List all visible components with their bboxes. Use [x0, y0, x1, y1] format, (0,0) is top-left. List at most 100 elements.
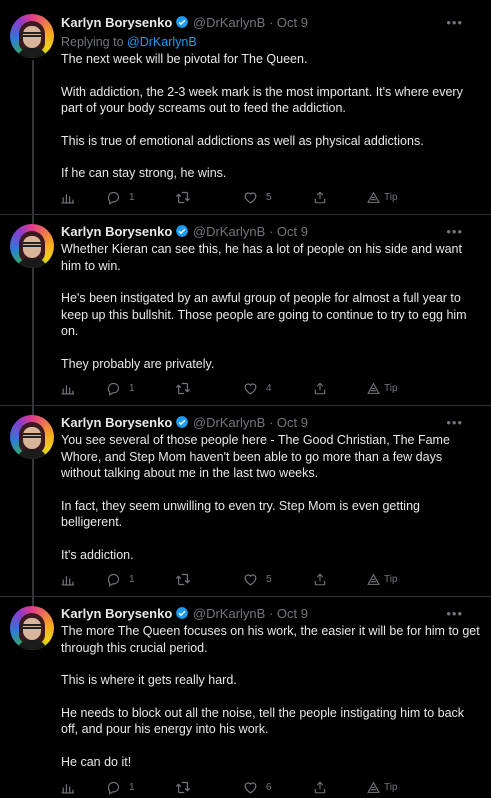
retweet-arrows-icon	[175, 572, 191, 587]
separator-dot: ·	[268, 415, 274, 430]
tip-label: Tip	[384, 191, 398, 203]
analytics-action-button[interactable]	[61, 779, 74, 795]
display-name[interactable]: Karlyn Borysenko	[61, 606, 172, 621]
heart-icon	[243, 572, 258, 587]
share-action-button[interactable]	[313, 779, 327, 795]
like-count: 5	[266, 191, 272, 203]
verified-badge-icon	[176, 16, 189, 28]
reply-action-button[interactable]: 1	[106, 779, 135, 795]
retweet-action-button[interactable]	[175, 380, 199, 396]
tweet-date[interactable]: Oct 9	[277, 15, 308, 30]
tweet-actions: 1 6 Tip	[61, 779, 481, 795]
tweet-text: Whether Kieran can see this, he has a lo…	[61, 241, 481, 372]
tip-label: Tip	[384, 382, 398, 394]
heart-icon	[243, 780, 258, 795]
reply-count: 1	[129, 191, 135, 203]
heart-icon	[243, 381, 258, 396]
display-name[interactable]: Karlyn Borysenko	[61, 224, 172, 239]
tweet-header: Karlyn Borysenko @DrKarlynB · Oct 9	[61, 605, 308, 623]
replying-handle-link[interactable]: @DrKarlynB	[127, 35, 197, 49]
share-action-button[interactable]	[313, 571, 327, 587]
replying-label: Replying to	[61, 35, 124, 49]
speech-bubble-icon	[106, 572, 121, 587]
tweet-paragraph: He can do it!	[61, 754, 132, 769]
tweet[interactable]: Karlyn Borysenko @DrKarlynB · Oct 9 ••• …	[0, 405, 491, 596]
tweet-actions: 1 5 Tip	[61, 189, 481, 205]
reply-action-button[interactable]: 1	[106, 189, 135, 205]
tip-action-button[interactable]: Tip	[367, 571, 398, 587]
tip-icon	[367, 781, 380, 794]
tweet-date[interactable]: Oct 9	[277, 415, 308, 430]
analytics-action-button[interactable]	[61, 380, 74, 396]
tweet[interactable]: Karlyn Borysenko @DrKarlynB · Oct 9 ••• …	[0, 214, 491, 405]
upload-icon	[313, 572, 327, 587]
tip-action-button[interactable]: Tip	[367, 189, 398, 205]
tweet-paragraph: He's been instigated by an awful group o…	[61, 291, 467, 338]
avatar[interactable]	[10, 224, 54, 268]
tweet-paragraph: It's addiction.	[61, 547, 134, 562]
analytics-action-button[interactable]	[61, 189, 74, 205]
user-handle[interactable]: @DrKarlynB	[193, 415, 265, 430]
tweet-actions: 1 5 Tip	[61, 571, 481, 587]
bar-chart-icon	[61, 191, 74, 204]
share-action-button[interactable]	[313, 189, 327, 205]
reply-action-button[interactable]: 1	[106, 571, 135, 587]
like-count: 5	[266, 573, 272, 585]
tweet-paragraph: He needs to block out all the noise, tel…	[61, 705, 465, 737]
like-action-button[interactable]: 5	[243, 571, 272, 587]
display-name[interactable]: Karlyn Borysenko	[61, 15, 172, 30]
ellipsis-icon[interactable]: •••	[446, 607, 463, 620]
tip-label: Tip	[384, 781, 398, 793]
ellipsis-icon[interactable]: •••	[446, 416, 463, 429]
tweet-date[interactable]: Oct 9	[277, 606, 308, 621]
tweet-actions: 1 4 Tip	[61, 380, 481, 396]
retweet-arrows-icon	[175, 780, 191, 795]
tweet-divider	[0, 405, 491, 406]
tweet[interactable]: Karlyn Borysenko @DrKarlynB · Oct 9 ••• …	[0, 0, 491, 214]
like-action-button[interactable]: 4	[243, 380, 272, 396]
like-action-button[interactable]: 6	[243, 779, 272, 795]
avatar[interactable]	[10, 415, 54, 459]
verified-badge-icon	[176, 225, 189, 237]
tweet[interactable]: Karlyn Borysenko @DrKarlynB · Oct 9 ••• …	[0, 596, 491, 798]
like-action-button[interactable]: 5	[243, 189, 272, 205]
tweet-paragraph: Whether Kieran can see this, he has a lo…	[61, 242, 462, 273]
tweet-text: The next week will be pivotal for The Qu…	[61, 51, 481, 182]
bar-chart-icon	[61, 573, 74, 586]
tweet-paragraph: The next week will be pivotal for The Qu…	[61, 52, 308, 66]
separator-dot: ·	[268, 224, 274, 239]
tweet-text: The more The Queen focuses on his work, …	[61, 623, 481, 770]
display-name[interactable]: Karlyn Borysenko	[61, 415, 172, 430]
tweet-date[interactable]: Oct 9	[277, 224, 308, 239]
tweet-divider	[0, 596, 491, 597]
tweet-header: Karlyn Borysenko @DrKarlynB · Oct 9	[61, 223, 308, 241]
speech-bubble-icon	[106, 190, 121, 205]
upload-icon	[313, 381, 327, 396]
retweet-action-button[interactable]	[175, 779, 199, 795]
reply-action-button[interactable]: 1	[106, 380, 135, 396]
user-handle[interactable]: @DrKarlynB	[193, 224, 265, 239]
ellipsis-icon[interactable]: •••	[446, 16, 463, 29]
tweet-paragraph: With addiction, the 2-3 week mark is the…	[61, 84, 463, 116]
tip-action-button[interactable]: Tip	[367, 779, 398, 795]
retweet-action-button[interactable]	[175, 189, 199, 205]
analytics-action-button[interactable]	[61, 571, 74, 587]
user-handle[interactable]: @DrKarlynB	[193, 15, 265, 30]
tweet-header: Karlyn Borysenko @DrKarlynB · Oct 9	[61, 414, 308, 432]
user-handle[interactable]: @DrKarlynB	[193, 606, 265, 621]
like-count: 4	[266, 382, 272, 394]
tip-icon	[367, 191, 380, 204]
avatar[interactable]	[10, 14, 54, 58]
verified-badge-icon	[176, 416, 189, 428]
retweet-arrows-icon	[175, 381, 191, 396]
share-action-button[interactable]	[313, 380, 327, 396]
ellipsis-icon[interactable]: •••	[446, 225, 463, 238]
tweet-paragraph: The more The Queen focuses on his work, …	[61, 624, 480, 655]
avatar[interactable]	[10, 606, 54, 650]
heart-icon	[243, 190, 258, 205]
retweet-action-button[interactable]	[175, 571, 199, 587]
upload-icon	[313, 780, 327, 795]
tip-action-button[interactable]: Tip	[367, 380, 398, 396]
tweet-paragraph: This is where it gets really hard.	[61, 673, 237, 687]
tweet-paragraph: They probably are privately.	[61, 356, 215, 371]
